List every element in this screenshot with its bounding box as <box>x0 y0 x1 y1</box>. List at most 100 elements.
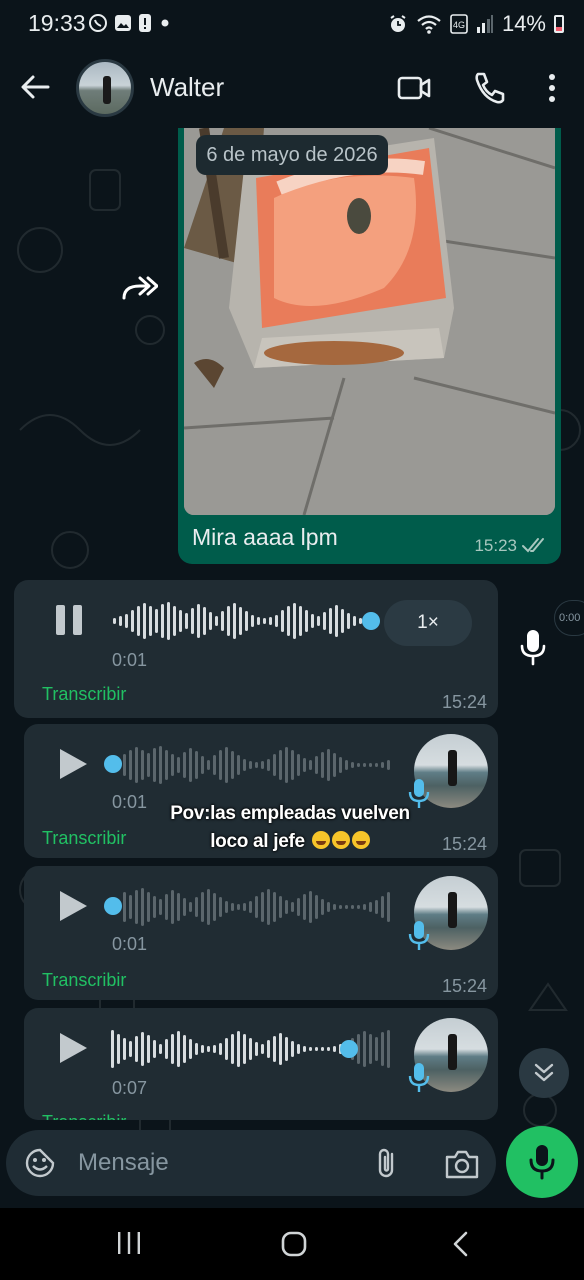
back-arrow-icon[interactable] <box>18 70 52 104</box>
scroll-to-bottom-button[interactable] <box>519 1048 569 1098</box>
waveform-bar <box>255 1042 258 1056</box>
play-icon[interactable] <box>54 746 90 782</box>
waveform-bar <box>323 612 326 630</box>
waveform-bar <box>363 1031 366 1067</box>
more-options-icon[interactable] <box>534 70 570 106</box>
waveform-bar <box>135 1036 138 1062</box>
message-input[interactable] <box>78 1130 348 1196</box>
dot-icon <box>161 19 169 27</box>
home-icon[interactable] <box>280 1230 308 1258</box>
attach-icon[interactable] <box>372 1146 402 1180</box>
waveform-bar <box>267 1040 270 1058</box>
voice-waveform[interactable] <box>122 886 392 928</box>
waveform-bar <box>237 1031 240 1067</box>
contact-avatar[interactable] <box>76 59 134 117</box>
transcribe-link[interactable]: Transcribir <box>42 684 126 705</box>
waveform-bar <box>327 749 330 781</box>
waveform-bar <box>129 1041 132 1057</box>
waveform-bar <box>249 1038 252 1060</box>
waveform-bar <box>161 604 164 638</box>
camera-icon[interactable] <box>444 1148 480 1180</box>
mic-icon[interactable] <box>516 628 550 666</box>
voice-message[interactable]: 0:07 Transcribir <box>24 1008 498 1120</box>
waveform-bar <box>285 900 288 914</box>
voice-waveform[interactable] <box>122 744 392 786</box>
message-time: 15:24 <box>442 692 488 712</box>
waveform-bar <box>309 1047 312 1051</box>
wifi-icon <box>417 15 441 34</box>
waveform-bar <box>303 758 306 772</box>
waveform-bar <box>387 760 390 770</box>
nav-back-icon[interactable] <box>450 1230 470 1258</box>
message-photo[interactable] <box>184 128 555 515</box>
waveform-bar <box>303 894 306 920</box>
playback-position-dot[interactable] <box>102 895 124 917</box>
waveform-bar <box>305 610 308 632</box>
gallery-icon <box>115 15 131 31</box>
emoji-icon[interactable] <box>24 1147 56 1179</box>
waveform-bar <box>221 611 224 631</box>
waveform-bar <box>183 898 186 916</box>
waveform-bar <box>363 904 366 910</box>
waveform-bar <box>177 757 180 773</box>
pause-icon[interactable] <box>54 603 84 637</box>
waveform-bar <box>381 896 384 918</box>
outgoing-image-message[interactable]: Mira aaaa lpm 15:23 <box>178 128 561 564</box>
waveform-bar <box>201 756 204 774</box>
phone-icon[interactable] <box>470 70 506 106</box>
forward-icon[interactable] <box>120 272 158 304</box>
waveform-bar <box>273 892 276 922</box>
voice-chip[interactable]: 0:00 <box>554 600 584 636</box>
waveform-bar <box>321 899 324 915</box>
waveform-bar <box>339 757 342 773</box>
waveform-bar <box>153 748 156 782</box>
waveform-bar <box>311 614 314 628</box>
waveform-bar <box>381 762 384 768</box>
waveform-bar <box>255 762 258 768</box>
waveform-bar <box>267 759 270 771</box>
playback-position-dot[interactable] <box>338 1038 360 1060</box>
overlay-caption-line2: loco al jefe <box>210 831 305 852</box>
voice-message[interactable]: 1× 0:01 Transcribir 15:24 <box>14 580 498 718</box>
overlay-caption-line2-wrap: loco al jefe <box>150 828 430 856</box>
playback-position-dot[interactable] <box>102 753 124 775</box>
waveform-bar <box>357 905 360 909</box>
waveform-bar <box>177 1031 180 1067</box>
waveform-bar <box>207 889 210 925</box>
recents-icon[interactable] <box>116 1230 142 1256</box>
waveform-bar <box>215 616 218 626</box>
waveform-bar <box>165 894 168 920</box>
record-voice-button[interactable] <box>506 1126 578 1198</box>
waveform-bar <box>297 754 300 776</box>
waveform-bar <box>171 890 174 924</box>
voice-waveform[interactable] <box>112 600 382 642</box>
playback-speed-button[interactable]: 1× <box>384 600 472 646</box>
play-icon[interactable] <box>54 888 90 924</box>
transcribe-link[interactable]: Transcribir <box>42 1112 126 1120</box>
waveform-bar <box>287 606 290 636</box>
status-bar: 19:33 4G 14% <box>0 0 584 46</box>
waveform-bar <box>183 752 186 778</box>
waveform-bar <box>141 888 144 926</box>
waveform-bar <box>147 1035 150 1063</box>
waveform-bar <box>275 615 278 627</box>
waveform-bar <box>257 617 260 625</box>
waveform-bar <box>321 752 324 778</box>
waveform-bar <box>231 751 234 779</box>
waveform-bar <box>327 902 330 912</box>
waveform-bar <box>227 606 230 636</box>
play-icon[interactable] <box>54 1030 90 1066</box>
contact-name[interactable]: Walter <box>150 72 224 103</box>
waveform-bar <box>225 747 228 783</box>
transcribe-link[interactable]: Transcribir <box>42 828 126 849</box>
playback-position-dot[interactable] <box>360 610 382 632</box>
waveform-bar <box>149 606 152 636</box>
waveform-bar <box>369 763 372 767</box>
video-call-icon[interactable] <box>396 70 432 106</box>
transcribe-link[interactable]: Transcribir <box>42 970 126 991</box>
voice-message[interactable]: 0:01 Transcribir 15:24 <box>24 866 498 1000</box>
battery-percent: 14% <box>501 11 546 36</box>
waveform-bar <box>167 602 170 640</box>
date-separator: 6 de mayo de 2026 <box>196 135 388 175</box>
waveform-bar <box>369 902 372 912</box>
